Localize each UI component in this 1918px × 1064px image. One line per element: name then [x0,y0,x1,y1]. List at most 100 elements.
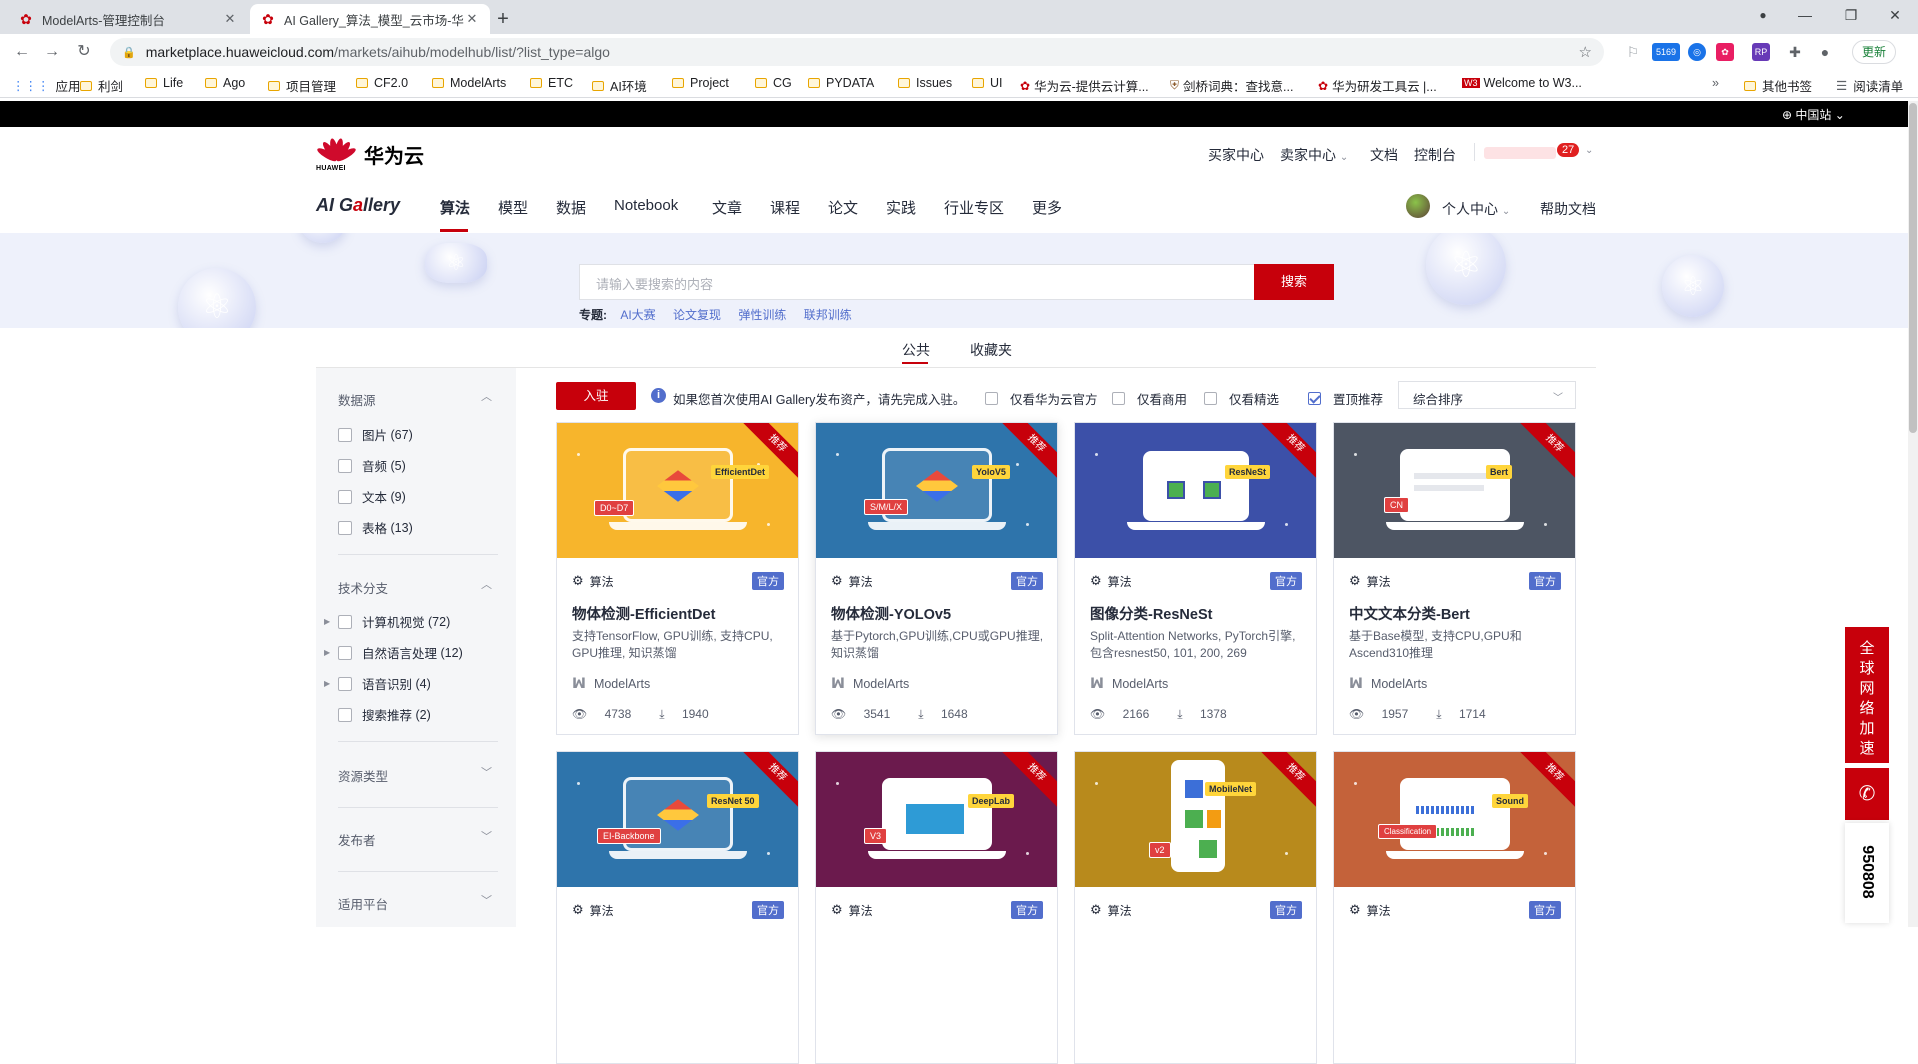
asset-card[interactable]: ResNeSt 推荐 ⚙ 算法 官方 图像分类-ResNeSt Split-Atte… [1074,422,1317,735]
forward-icon[interactable]: → [40,40,64,64]
topic-paper-repro[interactable]: 论文复现 [673,308,721,322]
nav-industry[interactable]: 行业专区 [944,197,1004,218]
console-link[interactable]: 控制台 [1414,145,1456,165]
reload-icon[interactable]: ↻ [72,40,96,64]
chevron-down-icon[interactable]: ⌄ [1585,145,1593,156]
checkbox[interactable] [1112,392,1125,405]
bookmark-link[interactable]: ✿ 华为研发工具云 |... [1318,76,1437,95]
filter-option[interactable]: 表格 (13) [338,518,413,537]
chevron-up-icon[interactable]: ︿ [481,576,492,592]
bookmark-folder[interactable]: CF2.0 [356,76,408,90]
filter-group-tech-branch[interactable]: 技术分支 [338,578,388,597]
extension-icon[interactable]: ⚐ [1624,43,1642,61]
bookmark-folder[interactable]: 项目管理 [268,76,336,95]
filter-group-publisher[interactable]: 发布者 [338,830,376,849]
close-tab-icon[interactable]: ✕ [222,11,238,27]
topic-federated-training[interactable]: 联邦训练 [804,308,852,322]
ai-gallery-title[interactable]: AI Gallery [316,195,400,216]
message-count-badge[interactable]: 27 [1557,143,1580,157]
bookmark-folder[interactable]: AI环境 [592,76,647,95]
more-bookmarks-button[interactable]: » [1712,76,1719,90]
seller-center-link[interactable]: 卖家中心 ⌄ [1280,145,1348,165]
bookmark-folder[interactable]: ModelArts [432,76,506,90]
nav-algorithm[interactable]: 算法 [440,197,470,218]
avatar[interactable] [1406,194,1430,218]
nav-course[interactable]: 课程 [770,197,800,218]
bookmark-folder[interactable]: Life [145,76,183,90]
account-icon[interactable]: ● [1816,43,1834,61]
hotline-widget[interactable]: 950808 [1845,823,1889,923]
phone-icon[interactable]: ✆ [1845,768,1889,820]
topic-elastic-training[interactable]: 弹性训练 [738,308,786,322]
update-button[interactable]: 更新 [1852,40,1896,64]
filter-option[interactable]: ▶ 计算机视觉 (72) [324,612,450,631]
bookmark-folder[interactable]: Ago [205,76,245,90]
filter-option[interactable]: 搜索推荐 (2) [338,705,431,724]
nav-data[interactable]: 数据 [556,197,586,218]
nav-more[interactable]: 更多 [1032,197,1062,218]
search-input[interactable]: 请输入要搜索的内容 [579,264,1256,300]
page-scrollbar[interactable] [1908,101,1918,927]
checkbox[interactable] [338,520,352,535]
close-tab-icon[interactable]: ✕ [464,11,480,27]
card-title[interactable]: 物体检测-EfficientDet [572,603,715,624]
chevron-down-icon[interactable]: ﹀ [481,828,492,844]
new-tab-button[interactable]: + [490,6,516,32]
bookmark-folder[interactable]: ETC [530,76,573,90]
filter-group-datasource[interactable]: 数据源 [338,390,376,409]
docs-link[interactable]: 文档 [1370,145,1398,165]
checkbox[interactable] [338,489,352,504]
extension-icon[interactable]: ✿ [1716,43,1734,61]
region-selector[interactable]: ⊕ 中国站 ⌄ [1782,106,1845,123]
minimize-button[interactable]: — [1782,0,1828,30]
tab-public[interactable]: 公共 [902,340,930,360]
chevron-down-icon[interactable]: ﹀ [481,764,492,780]
scrollbar-thumb[interactable] [1909,103,1917,433]
bookmark-link[interactable]: ⛨ 剑桥词典：查找意... [1170,76,1293,95]
asset-card[interactable]: DeepLab V3 推荐 ⚙ 算法 官方 [815,751,1058,1064]
bookmark-folder[interactable]: Project [672,76,729,90]
card-title[interactable]: 物体检测-YOLOv5 [831,603,951,624]
nav-model[interactable]: 模型 [498,197,528,218]
join-button[interactable]: 入驻 [556,382,636,410]
restore-button[interactable]: ❐ [1828,0,1874,30]
expand-triangle-icon[interactable]: ▶ [324,617,330,626]
checkbox-checked[interactable] [1308,392,1321,405]
checkbox[interactable] [338,645,352,660]
card-title[interactable]: 图像分类-ResNeSt [1090,603,1212,624]
bookmark-apps[interactable]: ⋮⋮⋮ 应用 [12,76,81,95]
asset-card[interactable]: YoloV5 S/M/L/X 推荐 ⚙ 算法 官方 物体检测-YOLOv5 基于Py… [815,422,1058,735]
extension-icon[interactable]: RP [1752,43,1770,61]
checkbox[interactable] [338,676,352,691]
checkbox[interactable] [338,614,352,629]
search-button[interactable]: 搜索 [1254,264,1334,300]
extension-icon[interactable]: ◎ [1688,43,1706,61]
personal-center-link[interactable]: 个人中心 ⌄ [1442,199,1510,219]
filter-option[interactable]: 文本 (9) [338,487,406,506]
filter-group-resource-type[interactable]: 资源类型 [338,766,388,785]
expand-triangle-icon[interactable]: ▶ [324,679,330,688]
filter-featured-only[interactable]: 仅看精选 [1204,389,1279,408]
bookmark-folder[interactable]: 利剑 [80,76,123,95]
filter-option[interactable]: ▶ 自然语言处理 (12) [324,643,463,662]
checkbox[interactable] [1204,392,1217,405]
filter-option[interactable]: 图片 (67) [338,425,413,444]
chevron-down-icon[interactable]: ﹀ [481,892,492,908]
close-window-button[interactable]: ✕ [1872,0,1918,30]
bookmark-star-icon[interactable]: ☆ [1579,43,1592,61]
extension-badge-icon[interactable]: 5169 [1652,43,1680,61]
huawei-cloud-logo[interactable]: HUAWEI 华为云 [315,136,424,172]
filter-group-platform[interactable]: 适用平台 [338,894,388,913]
reading-list[interactable]: ☰ 阅读清单 [1836,76,1903,95]
bookmark-link[interactable]: ✿ 华为云-提供云计算... [1020,76,1149,95]
bookmark-folder[interactable]: UI [972,76,1003,90]
checkbox[interactable] [985,392,998,405]
profile-menu-icon[interactable]: ● [1740,0,1786,30]
checkbox[interactable] [338,458,352,473]
checkbox[interactable] [338,427,352,442]
nav-paper[interactable]: 论文 [828,197,858,218]
nav-practice[interactable]: 实践 [886,197,916,218]
asset-card[interactable]: MobileNet v2 推荐 ⚙ 算法 官方 [1074,751,1317,1064]
puzzle-icon[interactable]: ✚ [1786,43,1804,61]
other-bookmarks[interactable]: 其他书签 [1744,76,1812,95]
